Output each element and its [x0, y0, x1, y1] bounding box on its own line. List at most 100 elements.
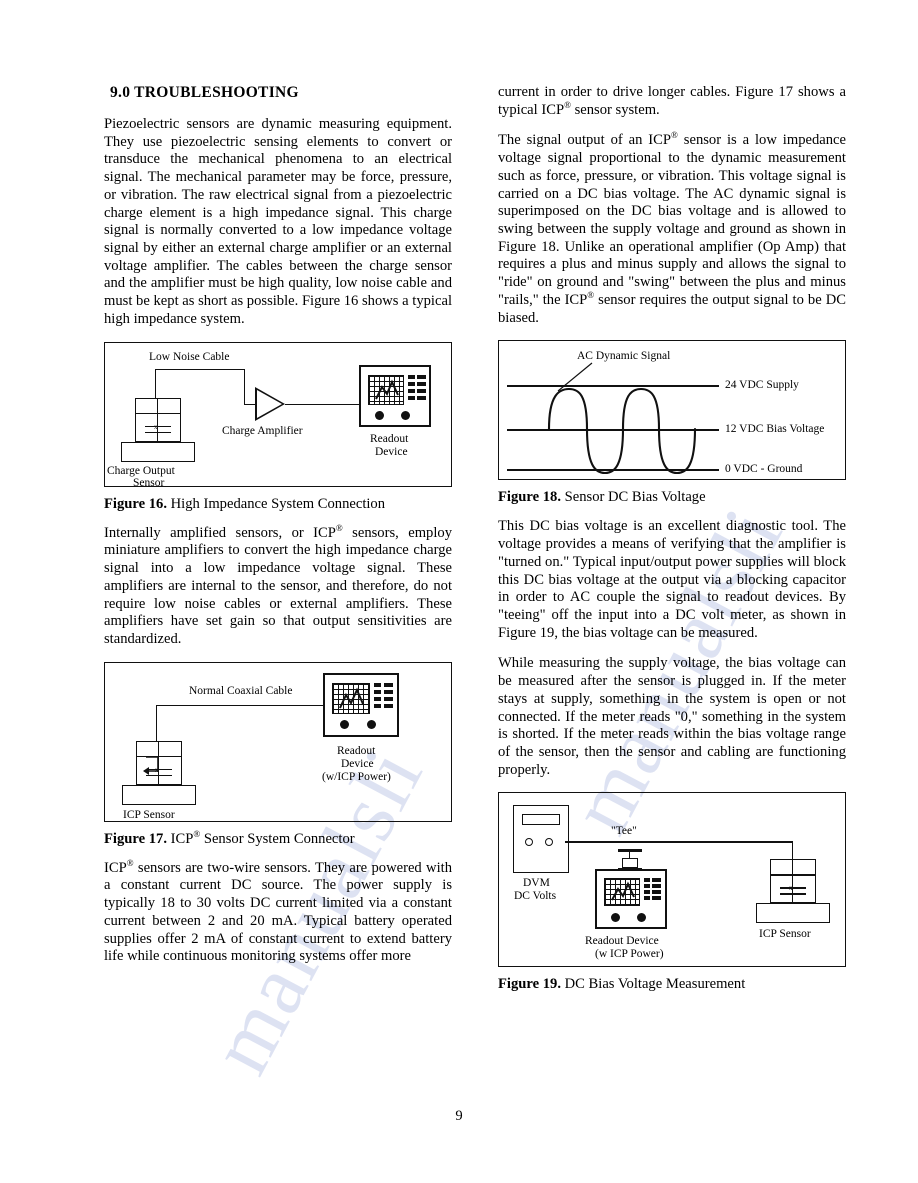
figure-19-title: DC Bias Voltage Measurement	[564, 976, 746, 993]
registered-mark-icon: ®	[126, 857, 134, 868]
paragraph-icp-intro-a: Internally amplified sensors, or ICP	[104, 524, 336, 541]
figure-19-tee-label: "Tee"	[611, 825, 637, 838]
figure-19-readout-label-2: (w ICP Power)	[595, 948, 664, 961]
figure-18-number: Figure 18.	[498, 489, 561, 506]
figure-17-title-suffix: Sensor System Connector	[200, 830, 355, 847]
cable-segment-vertical-right	[244, 368, 246, 405]
figure-17-caption: Figure 17. ICP® Sensor System Connector	[104, 829, 452, 848]
amplifier-output-wire	[285, 403, 360, 405]
readout-keypad[interactable]	[408, 374, 428, 405]
dvm-to-sensor-wire	[565, 841, 793, 843]
paragraph-two-wire-a: ICP	[104, 859, 127, 876]
figure-19-number: Figure 19.	[498, 976, 561, 993]
figure-19-dvm-label-1: DVM	[523, 877, 550, 890]
capacitor-plate-top	[145, 425, 171, 428]
readout-knob-right[interactable]	[637, 913, 646, 923]
registered-mark-icon: ®	[564, 99, 571, 110]
figure-16-sensor-label-2: Sensor	[133, 476, 165, 489]
figure-16-amplifier-label: Charge Amplifier	[222, 424, 303, 437]
readout-knob-left[interactable]	[340, 719, 349, 729]
dvm-terminal-left[interactable]	[525, 838, 533, 847]
paragraph-diagnostic-tool: This DC bias voltage is an excellent dia…	[498, 518, 846, 641]
capacitor-plate-top	[780, 887, 806, 889]
registered-mark-icon: ®	[671, 130, 678, 141]
figure-17-readout-device	[323, 672, 399, 737]
figure-17-diagram: Normal Coaxial Cable x ICP Sensor Readou…	[104, 661, 452, 822]
figure-19-caption: Figure 19. DC Bias Voltage Measurement	[498, 976, 846, 993]
paragraph-intro: Piezoelectric sensors are dynamic measur…	[104, 116, 452, 327]
sensor-base	[756, 903, 830, 924]
document-page: manualsli manualsli 9.0 TROUBLESHOOTING …	[0, 0, 918, 1183]
figure-16-diagram: Low Noise Cable x Charge Output Sensor C…	[104, 341, 452, 489]
dvm-meter	[513, 805, 569, 874]
dvm-display	[522, 814, 560, 826]
figure-17-readout-label-2: Device	[341, 757, 374, 770]
paragraph-two-wire: ICP® sensors are two-wire sensors. They …	[104, 857, 452, 966]
figure-16-caption: Figure 16. High Impedance System Connect…	[104, 496, 452, 513]
sensor-base	[122, 784, 196, 805]
figure-18-caption: Figure 18. Sensor DC Bias Voltage	[498, 489, 846, 506]
page-number: 9	[455, 1108, 463, 1124]
paragraph-longer-cables-a: current in order to drive longer cables.…	[498, 84, 846, 118]
cable-segment-horizontal	[155, 368, 245, 370]
coax-segment-horizontal	[156, 704, 324, 706]
paragraph-two-wire-b: sensors are two-wire sensors. They are p…	[104, 859, 452, 965]
figure-17-readout-label-3: (w/ICP Power)	[322, 770, 391, 783]
figure-17-readout-label-1: Readout	[337, 744, 376, 757]
figure-16-number: Figure 16.	[104, 495, 167, 512]
readout-keypad[interactable]	[644, 878, 663, 906]
capacitor-marker: x	[789, 884, 793, 893]
figure-16-title: High Impedance System Connection	[170, 495, 386, 512]
tee-body	[622, 858, 638, 869]
figure-16-readout-label-2: Device	[375, 445, 408, 458]
capacitor-plate-bottom	[780, 893, 806, 895]
figure-17-title-prefix: ICP	[170, 830, 194, 847]
figure-19-readout-device	[595, 869, 667, 930]
readout-knob-left[interactable]	[375, 410, 384, 420]
figure-18-supply-label: 24 VDC Supply	[725, 379, 799, 392]
figure-19-sensor-label: ICP Sensor	[759, 928, 811, 941]
readout-keypad[interactable]	[374, 682, 395, 714]
readout-knob-right[interactable]	[401, 410, 410, 420]
capacitor-marker: x	[155, 765, 159, 774]
figure-19-diagram: DVM DC Volts "Tee" Readout Device (w ICP…	[498, 792, 846, 968]
section-heading: 9.0 TROUBLESHOOTING	[110, 84, 299, 101]
paragraph-measuring-supply: While measuring the supply voltage, the …	[498, 655, 846, 778]
figure-16-readout-label-1: Readout	[370, 432, 409, 445]
capacitor-plate-top	[146, 768, 172, 771]
left-column: 9.0 TROUBLESHOOTING Piezoelectric sensor…	[104, 84, 452, 966]
capacitor-plate-bottom	[146, 774, 172, 777]
paragraph-icp-intro-b: sensors, employ miniature amplifiers to …	[104, 524, 452, 647]
figure-17-sensor-label: ICP Sensor	[123, 808, 175, 821]
figure-16-cable-label: Low Noise Cable	[149, 350, 230, 363]
figure-18-chart: 24 VDC Supply 12 VDC Bias Voltage 0 VDC …	[498, 340, 846, 481]
registered-mark-icon: ®	[335, 522, 343, 533]
dvm-terminal-right[interactable]	[545, 838, 553, 847]
figure-17-number: Figure 17.	[104, 830, 167, 847]
paragraph-signal-output: The signal output of an ICP® sensor is a…	[498, 130, 847, 327]
capacitor-marker: x	[154, 422, 158, 431]
figure-19-dvm-label-2: DC Volts	[514, 890, 557, 903]
readout-waveform-icon	[339, 687, 364, 709]
paragraph-signal-output-a: The signal output of an ICP	[498, 132, 672, 149]
paragraph-icp-intro: Internally amplified sensors, or ICP® se…	[104, 522, 452, 649]
figure-18-bias-label: 12 VDC Bias Voltage	[725, 423, 825, 436]
figure-18-signal-label: AC Dynamic Signal	[577, 350, 671, 363]
paragraph-signal-output-b: sensor is a low impedance voltage signal…	[498, 132, 847, 308]
charge-amplifier-icon-inner	[257, 389, 282, 418]
figure-16-readout-device	[359, 364, 431, 427]
paragraph-longer-cables: current in order to drive longer cables.…	[498, 84, 846, 119]
readout-knob-left[interactable]	[611, 913, 620, 923]
figure-18-ground-label: 0 VDC - Ground	[725, 463, 803, 476]
readout-waveform-icon	[611, 881, 635, 901]
figure-17-cable-label: Normal Coaxial Cable	[189, 684, 293, 697]
readout-waveform-icon	[375, 379, 399, 400]
figure-18-title: Sensor DC Bias Voltage	[564, 489, 706, 506]
sensor-base	[121, 441, 195, 462]
figure-19-readout-label-1: Readout Device	[585, 935, 659, 948]
right-column: current in order to drive longer cables.…	[498, 84, 846, 1005]
capacitor-plate-bottom	[145, 431, 171, 434]
paragraph-longer-cables-b: sensor system.	[570, 101, 660, 118]
readout-knob-right[interactable]	[367, 719, 376, 729]
figure-18-annotation-leader	[557, 362, 593, 392]
